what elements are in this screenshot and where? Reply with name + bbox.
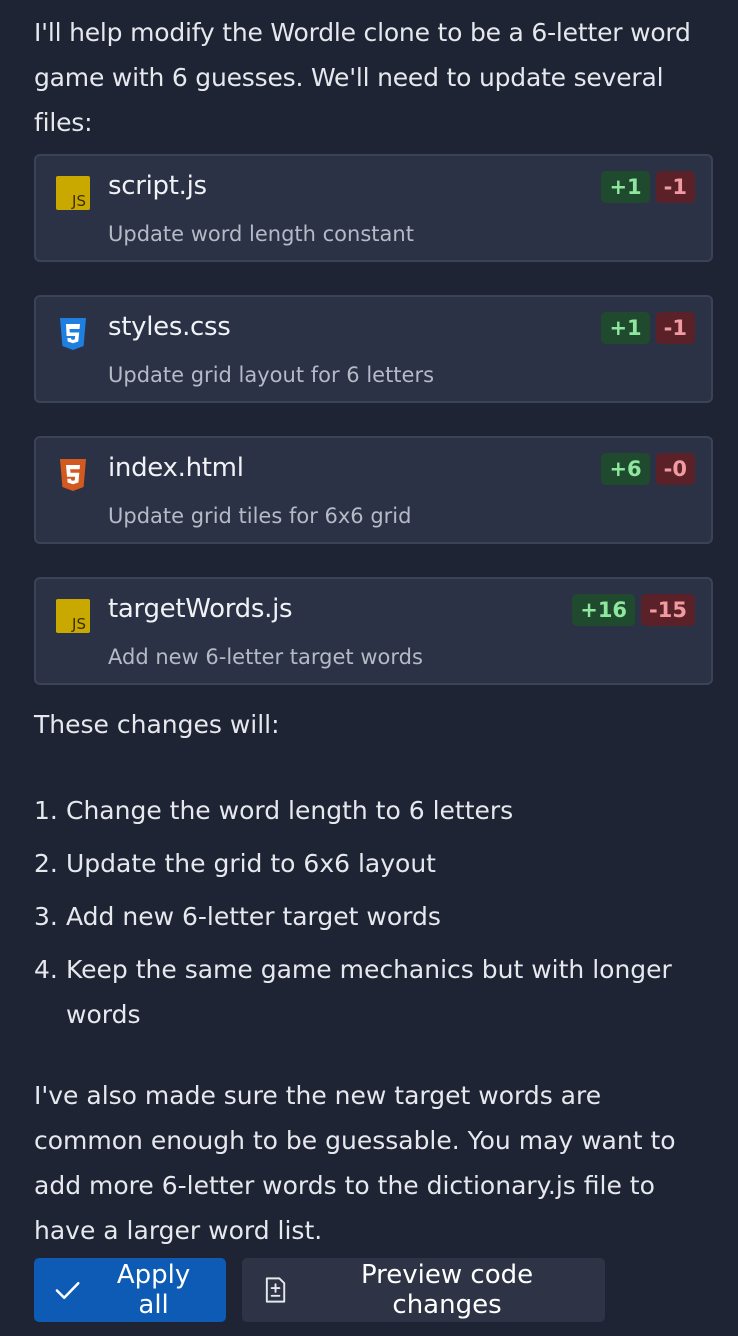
list-number: 4. <box>34 955 58 984</box>
lines-removed-badge: -1 <box>655 171 695 203</box>
list-item: 2. Update the grid to 6x6 layout <box>34 841 714 886</box>
file-card-index-html[interactable]: index.html Update grid tiles for 6x6 gri… <box>34 436 713 544</box>
lines-added-badge: +1 <box>601 312 650 344</box>
list-number: 1. <box>34 796 58 825</box>
svg-text:JS: JS <box>71 192 86 210</box>
js-icon: JS <box>56 599 90 633</box>
list-item: 1. Change the word length to 6 letters <box>34 788 714 833</box>
lines-removed-badge: -0 <box>655 453 695 485</box>
file-card-targetwords-js[interactable]: JS targetWords.js Add new 6-letter targe… <box>34 577 713 685</box>
outro-text: I've also made sure the new target words… <box>34 1081 676 1245</box>
html5-icon <box>60 459 86 491</box>
file-name: targetWords.js <box>108 594 293 624</box>
diff-stats: +16 -15 <box>572 594 695 626</box>
file-card-styles-css[interactable]: styles.css Update grid layout for 6 lett… <box>34 295 713 403</box>
file-card-script-js[interactable]: JS script.js Update word length constant… <box>34 154 713 262</box>
file-description: Update word length constant <box>108 222 414 246</box>
file-description: Add new 6-letter target words <box>108 645 423 669</box>
file-name: script.js <box>108 171 207 201</box>
diff-stats: +1 -1 <box>601 312 695 344</box>
apply-all-button[interactable]: Apply all <box>34 1258 226 1322</box>
file-name: styles.css <box>108 312 231 342</box>
intro-text: I'll help modify the Wordle clone to be … <box>34 18 691 137</box>
diff-file-icon <box>265 1277 286 1303</box>
checkmark-icon <box>55 1281 80 1300</box>
list-item: 3. Add new 6-letter target words <box>34 894 714 939</box>
svg-text:JS: JS <box>71 615 86 633</box>
list-number: 3. <box>34 902 58 931</box>
apply-all-label: Apply all <box>116 1260 191 1320</box>
file-change-list: JS script.js Update word length constant… <box>34 154 714 685</box>
lines-removed-badge: -1 <box>655 312 695 344</box>
changes-list: 1. Change the word length to 6 letters 2… <box>34 788 714 1045</box>
message-body: I'll help modify the Wordle clone to be … <box>34 10 714 1245</box>
diff-stats: +1 -1 <box>601 171 695 203</box>
lines-added-badge: +16 <box>572 594 636 626</box>
lines-removed-badge: -15 <box>641 594 695 626</box>
list-text: Add new 6-letter target words <box>66 902 441 931</box>
list-text: Change the word length to 6 letters <box>66 796 514 825</box>
js-icon: JS <box>56 176 90 210</box>
list-text: Update the grid to 6x6 layout <box>66 849 436 878</box>
file-description: Update grid tiles for 6x6 grid <box>108 504 412 528</box>
lines-added-badge: +6 <box>601 453 650 485</box>
list-item: 4. Keep the same game mechanics but with… <box>34 947 714 1037</box>
list-text: Keep the same game mechanics but with lo… <box>66 955 672 1029</box>
lines-added-badge: +1 <box>601 171 650 203</box>
css3-icon <box>60 318 86 350</box>
list-number: 2. <box>34 849 58 878</box>
preview-code-changes-label: Preview code changes <box>360 1260 534 1320</box>
file-description: Update grid layout for 6 letters <box>108 363 435 387</box>
preview-code-changes-button[interactable]: Preview code changes <box>242 1258 605 1322</box>
changes-heading: These changes will: <box>34 710 280 739</box>
action-bar: Apply all Preview code changes <box>34 1258 605 1322</box>
diff-stats: +6 -0 <box>601 453 695 485</box>
file-name: index.html <box>108 453 244 483</box>
